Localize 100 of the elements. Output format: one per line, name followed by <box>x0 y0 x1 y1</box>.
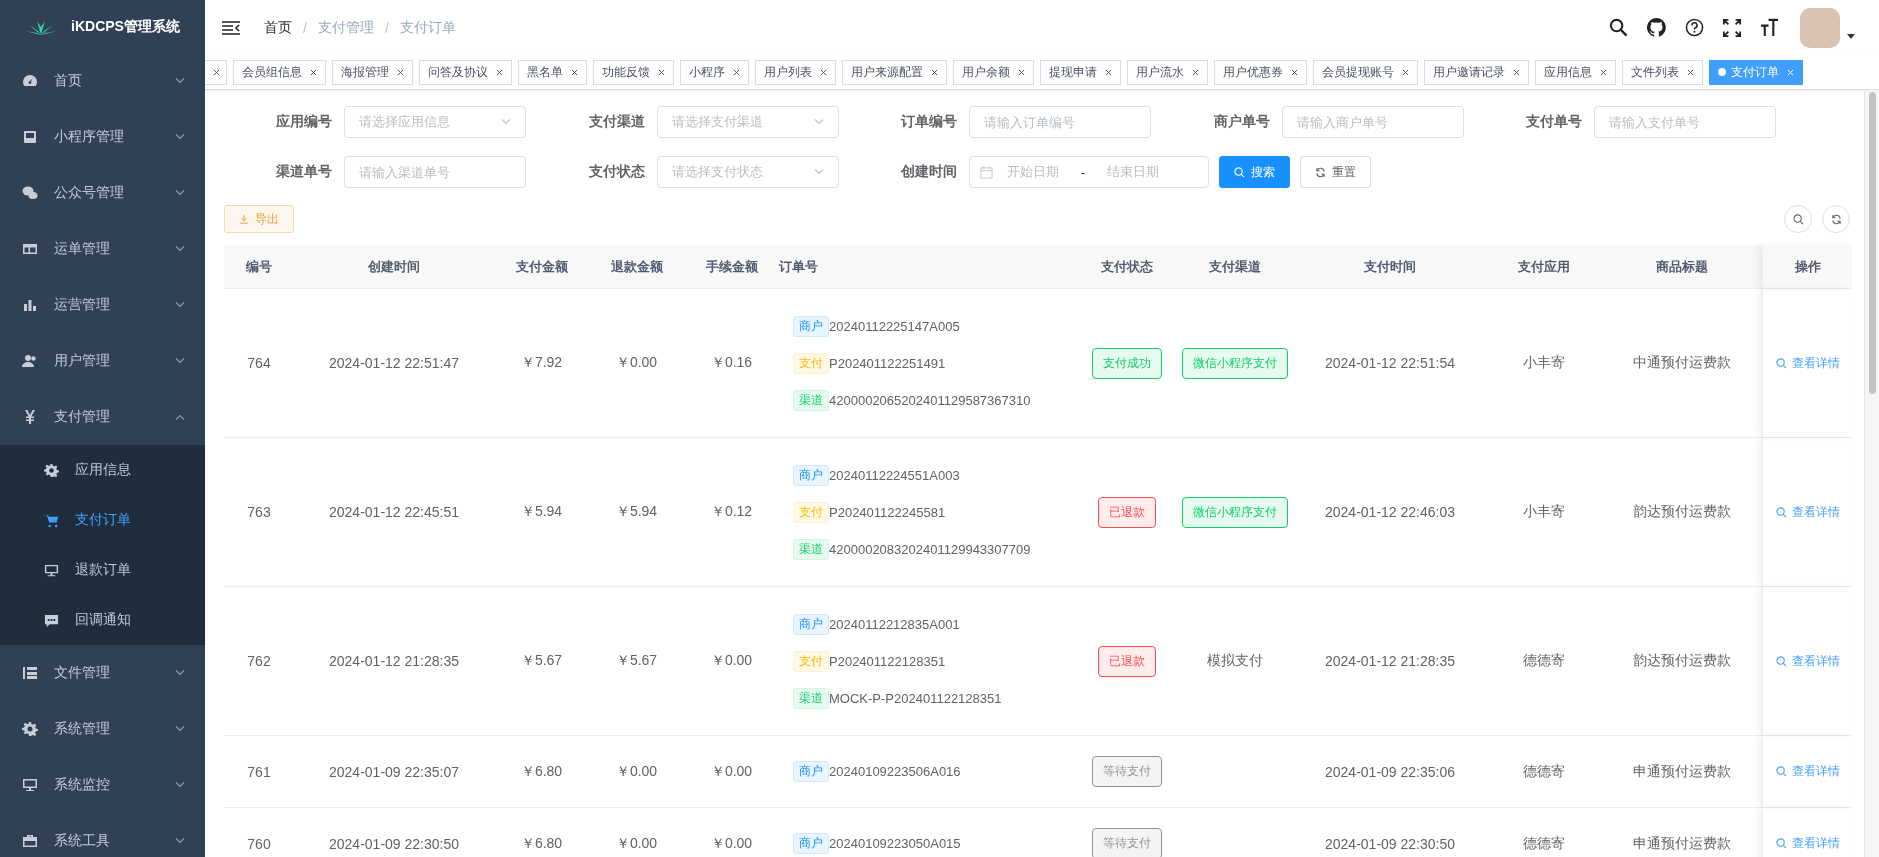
page-tab[interactable]: 用户来源配置 <box>842 59 947 85</box>
page-tab[interactable]: 用户余额 <box>953 59 1034 85</box>
table-cell: ￥0.16 <box>710 354 753 372</box>
page-tab[interactable]: 黑名单 <box>518 59 587 85</box>
input-field[interactable]: 请输入渠道单号 <box>344 156 526 188</box>
page-tab[interactable]: 应用信息 <box>1535 59 1616 85</box>
sidebar-menu-item[interactable]: 用户管理 <box>0 333 205 389</box>
close-icon[interactable] <box>820 68 827 76</box>
submenu-item[interactable]: 支付订单 <box>0 495 205 545</box>
input-field[interactable]: 请输入支付单号 <box>1594 106 1776 138</box>
table-cell: 760 <box>247 835 271 852</box>
submenu-item[interactable]: 退款订单 <box>0 545 205 595</box>
fullscreen-icon[interactable] <box>1723 18 1741 37</box>
order-number: P202401122251491 <box>829 355 946 371</box>
status-tag: 已退款 <box>1098 496 1156 528</box>
close-icon[interactable] <box>213 68 220 76</box>
table-cell: 2024-01-09 22:30:50 <box>1325 835 1455 852</box>
close-icon[interactable] <box>310 68 317 76</box>
breadcrumb-item[interactable]: 首页 <box>264 18 292 37</box>
page-tab[interactable]: 用户列表 <box>755 59 836 85</box>
search-toggle-button[interactable] <box>1784 205 1812 233</box>
date-range-field[interactable]: 开始日期 - 结束日期 <box>969 156 1209 188</box>
filter-label: 订单编号 <box>899 113 957 131</box>
sidebar-menu-item[interactable]: 小程序管理 <box>0 109 205 165</box>
menu-label: 公众号管理 <box>54 184 125 202</box>
table-cell: ￥0.00 <box>615 354 658 372</box>
refresh-button[interactable] <box>1822 205 1850 233</box>
sidebar-menu-item[interactable]: 支付管理 <box>0 389 205 445</box>
caret-icon[interactable] <box>1847 34 1855 39</box>
table-cell: 2024-01-12 21:28:35 <box>1325 653 1455 669</box>
close-icon[interactable] <box>1192 68 1199 76</box>
sidebar-menu-item[interactable]: 运单管理 <box>0 221 205 277</box>
search-icon <box>1775 766 1787 777</box>
close-icon[interactable] <box>571 68 578 76</box>
breadcrumb-separator: / <box>384 19 389 36</box>
close-icon[interactable] <box>1687 68 1694 76</box>
page-tab[interactable]: 会员提现账号 <box>1313 59 1418 85</box>
input-field[interactable]: 请输入订单编号 <box>969 106 1151 138</box>
calendar-icon <box>980 165 993 179</box>
table-cell: 2024-01-09 22:30:50 <box>329 835 459 852</box>
order-type-tag: 渠道 <box>793 687 829 709</box>
menu-icon[interactable] <box>222 20 240 35</box>
sidebar-menu-item[interactable]: 运营管理 <box>0 277 205 333</box>
table-cell: 模拟支付 <box>1207 652 1263 670</box>
page-tab[interactable]: 用户邀请记录 <box>1424 59 1529 85</box>
close-icon[interactable] <box>1105 68 1112 76</box>
table-cell: 2024-01-12 22:46:03 <box>1325 504 1455 520</box>
sidebar-menu-item[interactable]: 文件管理 <box>0 645 205 701</box>
table-cell: 韵达预付运费款 <box>1633 652 1731 670</box>
menu-label: 系统管理 <box>54 720 111 738</box>
order-number: 20240109223050A015 <box>829 836 961 851</box>
column-header: 支付应用 <box>1517 257 1570 276</box>
close-icon[interactable] <box>1513 68 1520 76</box>
page-tab[interactable]: 文件列表 <box>1622 59 1703 85</box>
column-header: 支付渠道 <box>1209 257 1261 276</box>
menu-label: 支付管理 <box>54 408 111 426</box>
channel-tag: 微信小程序支付 <box>1182 347 1288 379</box>
input-field[interactable]: 请输入商户单号 <box>1281 106 1464 138</box>
order-type-tag: 渠道 <box>793 538 829 560</box>
page-tab[interactable]: 功能反馈 <box>593 59 674 85</box>
page-tab[interactable]: 小程序 <box>680 59 749 85</box>
page-tab[interactable]: 用户优惠券 <box>1214 59 1307 85</box>
page-tab[interactable]: 海报管理 <box>332 59 413 85</box>
page-tab[interactable]: 会员组信息 <box>233 59 326 85</box>
sidebar-menu-item[interactable]: 系统监控 <box>0 757 205 813</box>
sidebar-menu-item[interactable]: 首页 <box>0 53 205 109</box>
scrollbar[interactable] <box>1864 90 1879 857</box>
column-header: 支付金额 <box>515 257 568 276</box>
close-icon[interactable] <box>931 68 938 76</box>
status-tag: 支付成功 <box>1092 347 1162 379</box>
close-icon[interactable] <box>658 68 665 76</box>
page-tab[interactable]: 问答及协议 <box>419 59 512 85</box>
close-icon[interactable] <box>496 68 503 76</box>
table-cell: 761 <box>247 763 271 780</box>
submenu-item[interactable]: 应用信息 <box>0 445 205 495</box>
table-cell: 764 <box>247 355 271 371</box>
submenu-item[interactable]: 回调通知 <box>0 595 205 645</box>
github-icon[interactable] <box>1647 18 1666 37</box>
submenu-label: 应用信息 <box>75 461 132 479</box>
page-tab[interactable]: 用户流水 <box>1127 59 1208 85</box>
page-tab[interactable]: 提现申请 <box>1040 59 1121 85</box>
table-icon <box>22 241 38 257</box>
table-cell: ￥7.92 <box>520 354 563 372</box>
help-icon[interactable] <box>1685 18 1704 37</box>
order-number: 4200002083202401129943307709 <box>829 541 1031 557</box>
reset-button[interactable]: 重置 <box>1300 156 1371 188</box>
close-icon[interactable] <box>1018 68 1025 76</box>
font-size-icon[interactable] <box>1760 18 1779 37</box>
sidebar-menu-item[interactable]: 系统管理 <box>0 701 205 757</box>
users-icon <box>22 353 38 369</box>
sidebar-menu-item[interactable]: 公众号管理 <box>0 165 205 221</box>
close-icon[interactable] <box>1402 68 1409 76</box>
close-icon[interactable] <box>733 68 740 76</box>
sidebar-menu-item[interactable]: 系统工具 <box>0 813 205 857</box>
close-icon[interactable] <box>397 68 404 76</box>
order-type-tag: 商户 <box>793 761 829 782</box>
close-icon[interactable] <box>1600 68 1607 76</box>
search-icon[interactable] <box>1609 18 1628 37</box>
table-cell: ￥5.67 <box>615 652 658 670</box>
close-icon[interactable] <box>1291 68 1298 76</box>
